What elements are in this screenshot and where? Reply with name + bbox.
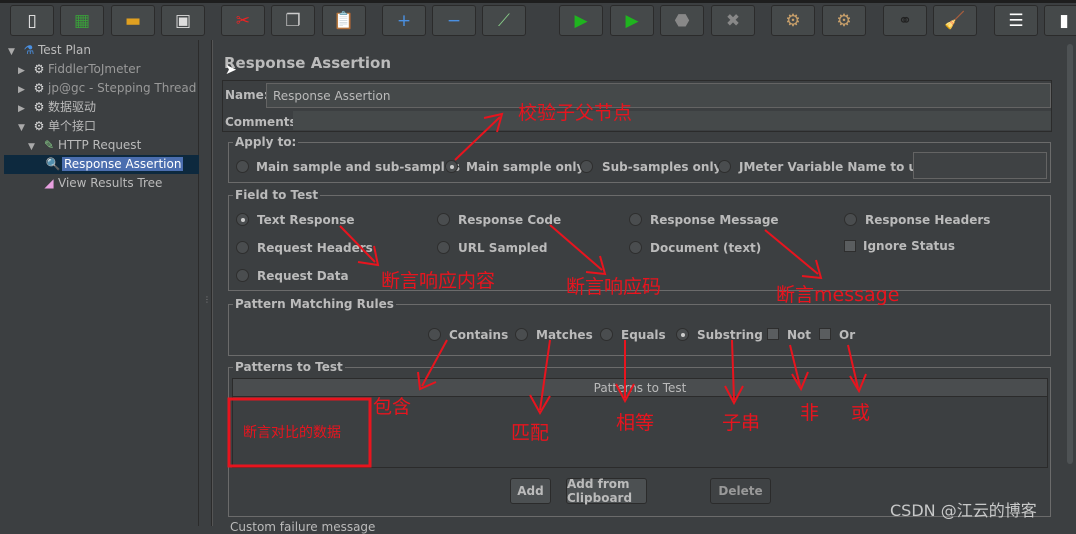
- arrow-text-response: [339, 225, 376, 263]
- annotation-or: 或: [851, 402, 871, 424]
- arrow-response-code: [549, 224, 603, 271]
- annotation-data: 断言对比的数据: [243, 425, 341, 441]
- annotation-contains: 包含: [373, 396, 412, 418]
- annotation-arrows: [227, 112, 867, 468]
- annotation-response-message: 断言message: [776, 284, 900, 306]
- annotation-text-response: 断言响应内容: [381, 270, 496, 292]
- annotation-substring: 子串: [722, 412, 761, 434]
- annotation-matches: 匹配: [511, 422, 550, 444]
- arrow-parent: [454, 116, 501, 161]
- arrow-substring: [731, 339, 735, 401]
- annotation-response-code: 断言响应码: [566, 276, 662, 298]
- mouse-cursor-icon: ➤: [225, 62, 237, 78]
- arrow-response-message: [764, 229, 819, 275]
- annotation-parent: 校验子父节点: [518, 102, 633, 124]
- arrow-contains: [421, 339, 448, 387]
- watermark: CSDN @江云的博客: [890, 501, 1037, 520]
- arrowhead: [417, 371, 437, 391]
- arrowhead: [791, 371, 809, 392]
- annotation-not: 非: [800, 402, 820, 424]
- annotation-equals: 相等: [616, 412, 655, 434]
- arrowhead: [849, 373, 867, 394]
